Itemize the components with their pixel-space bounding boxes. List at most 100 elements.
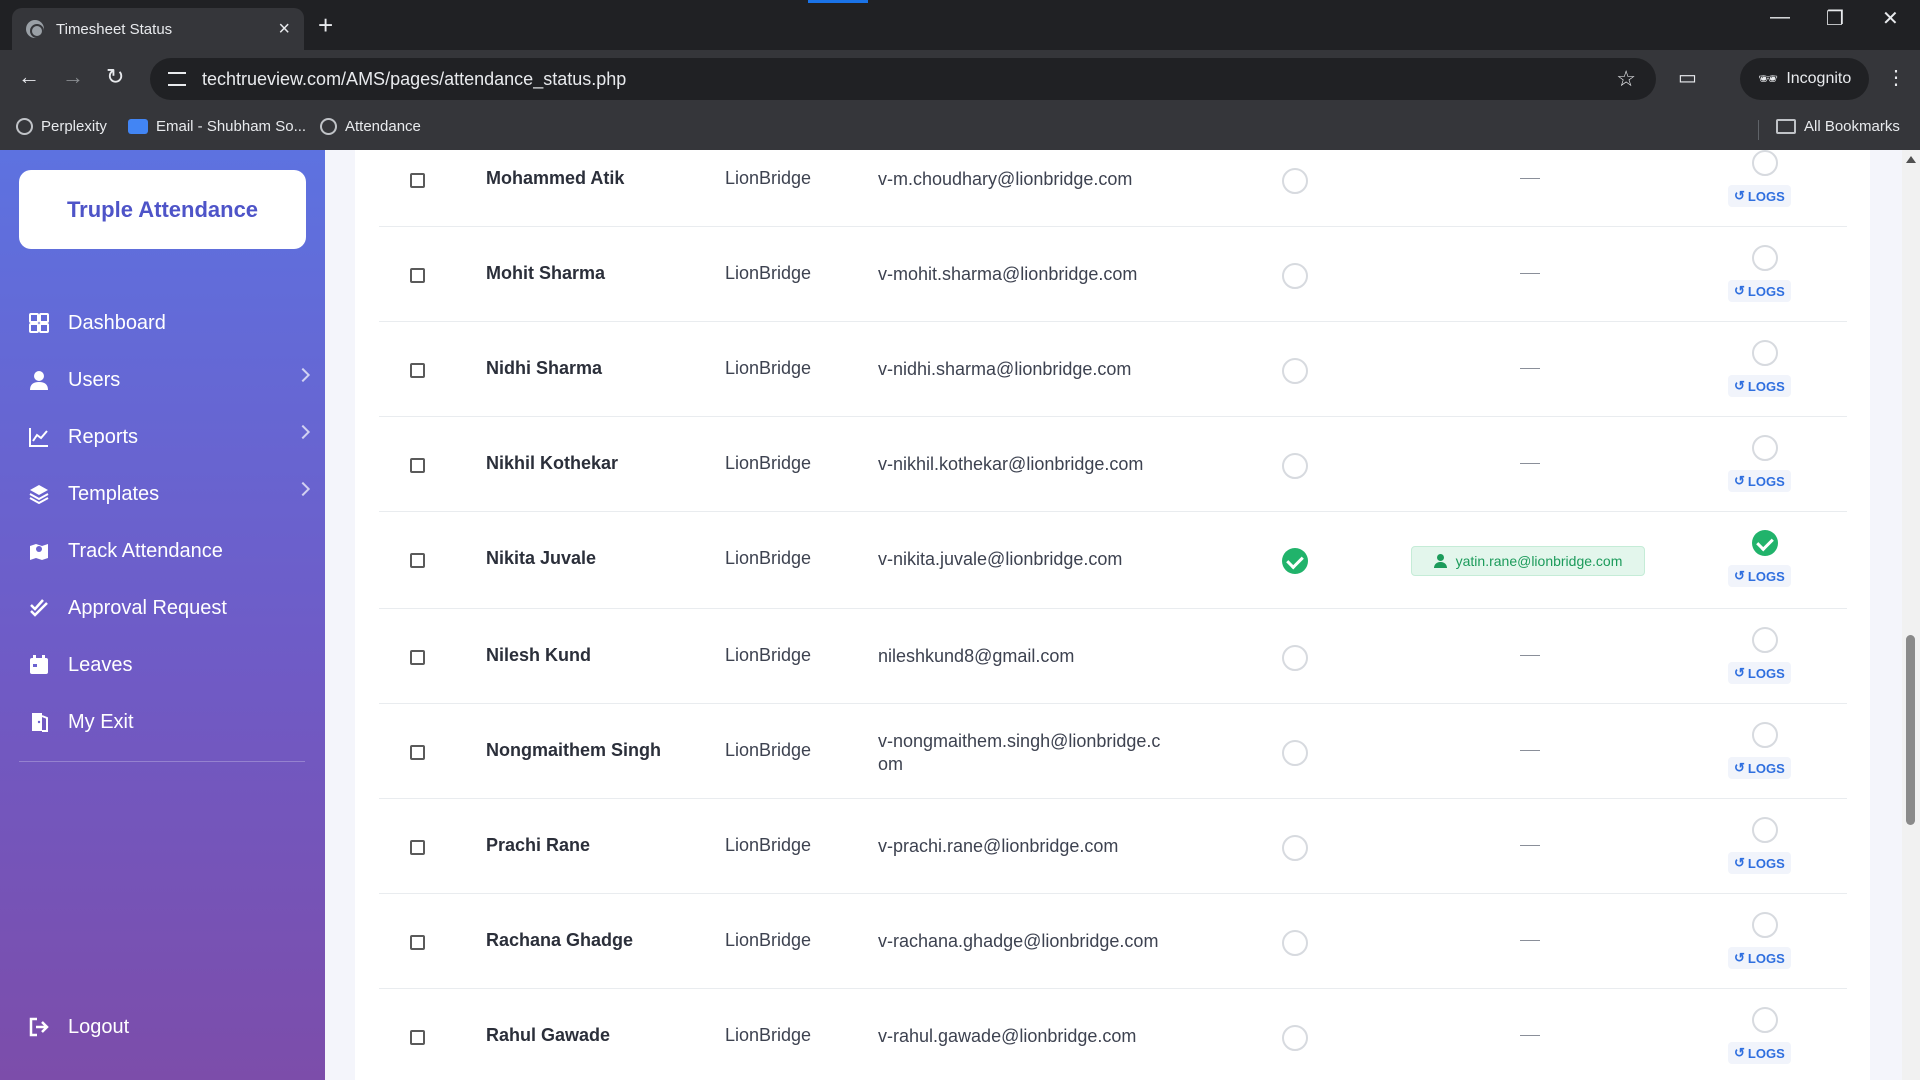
- door-icon: [28, 711, 50, 733]
- reload-icon[interactable]: ↻: [106, 64, 124, 90]
- timesheet-table: Mohammed Atik LionBridge v-m.choudhary@lio…: [355, 150, 1870, 1080]
- history-icon: ↺: [1734, 188, 1745, 203]
- forward-icon[interactable]: →: [62, 64, 84, 90]
- final-circle-icon: [1752, 245, 1778, 271]
- bookmark-attendance[interactable]: Attendance: [320, 118, 421, 135]
- chevron-right-icon: [295, 424, 311, 440]
- user-check-icon: [1433, 554, 1448, 568]
- sidebar-item-users[interactable]: Users: [28, 360, 311, 400]
- star-icon[interactable]: ☆: [1616, 66, 1636, 92]
- company-name: LionBridge: [725, 263, 812, 283]
- calendar-icon: [28, 654, 50, 676]
- pending-circle-icon: [1282, 263, 1308, 289]
- globe-icon: [16, 118, 33, 135]
- sidebar-item-my-exit[interactable]: My Exit: [28, 702, 308, 742]
- row-checkbox[interactable]: [410, 173, 425, 188]
- logs-label: LOGS: [1747, 760, 1785, 776]
- incognito-badge[interactable]: 🕶 Incognito: [1740, 58, 1870, 100]
- sidebar-item-approval-request[interactable]: Approval Request: [28, 588, 308, 628]
- close-tab-icon[interactable]: ×: [278, 18, 290, 41]
- bookmarks-bar: Perplexity Email - Shubham So... Attenda…: [0, 108, 1920, 150]
- tab-indicator: [808, 0, 868, 3]
- site-info-icon[interactable]: [168, 72, 186, 86]
- scroll-up-arrow[interactable]: [1906, 156, 1916, 163]
- logs-label: LOGS: [1747, 855, 1785, 871]
- logs-label: LOGS: [1747, 188, 1785, 204]
- row-checkbox[interactable]: [410, 553, 425, 568]
- company-name: LionBridge: [725, 548, 812, 568]
- company-name: LionBridge: [725, 740, 812, 760]
- menu-icon[interactable]: ⋮: [1886, 65, 1906, 90]
- close-window-icon[interactable]: ✕: [1882, 6, 1899, 31]
- sidebar-item-logout[interactable]: Logout: [28, 1007, 308, 1047]
- logs-button[interactable]: ↺ LOGS: [1728, 470, 1791, 492]
- bookmarks-separator: [1758, 120, 1759, 140]
- logs-button[interactable]: ↺ LOGS: [1728, 662, 1791, 684]
- sidebar-item-label: Reports: [68, 425, 139, 448]
- sidebar-item-track-attendance[interactable]: Track Attendance: [28, 531, 308, 571]
- empty-approver-dash: [1520, 463, 1540, 464]
- bookmark-email[interactable]: Email - Shubham So...: [128, 118, 306, 135]
- final-circle-icon: [1752, 435, 1778, 461]
- scroll-thumb[interactable]: [1906, 635, 1915, 825]
- employee-email: v-mohit.sharma@lionbridge.com: [878, 264, 1138, 284]
- sidebar-divider: [19, 761, 305, 762]
- sidebar-item-leaves[interactable]: Leaves: [28, 645, 308, 685]
- logs-button[interactable]: ↺ LOGS: [1728, 185, 1791, 207]
- logs-label: LOGS: [1747, 283, 1785, 299]
- logs-button[interactable]: ↺ LOGS: [1728, 280, 1791, 302]
- company-name: LionBridge: [725, 358, 812, 378]
- employee-email: v-m.choudhary@lionbridge.com: [878, 169, 1133, 189]
- sidebar-item-label: Approval Request: [68, 596, 227, 619]
- browser-tab[interactable]: Timesheet Status ×: [12, 8, 304, 50]
- address-bar[interactable]: techtrueview.com/AMS/pages/attendance_st…: [150, 58, 1656, 100]
- sidebar-item-dashboard[interactable]: Dashboard: [28, 303, 308, 343]
- brand-logo[interactable]: Truple Attendance: [19, 170, 306, 249]
- cast-icon[interactable]: ▭: [1678, 65, 1697, 90]
- row-checkbox[interactable]: [410, 458, 425, 473]
- minimize-icon[interactable]: —: [1770, 6, 1790, 29]
- bookmark-perplexity[interactable]: Perplexity: [16, 118, 107, 135]
- logs-label: LOGS: [1747, 378, 1785, 394]
- row-checkbox[interactable]: [410, 363, 425, 378]
- company-name: LionBridge: [725, 645, 812, 665]
- row-checkbox[interactable]: [410, 745, 425, 760]
- table-row: Nilesh Kund LionBridge nileshkund8@gmail.c…: [379, 609, 1847, 704]
- history-icon: ↺: [1734, 378, 1745, 393]
- page-scrollbar[interactable]: [1902, 150, 1920, 1080]
- employee-email: v-nongmaithem.singh@lionbridge.com: [878, 731, 1161, 774]
- company-name: LionBridge: [725, 930, 812, 950]
- final-circle-icon: [1752, 340, 1778, 366]
- restore-icon[interactable]: ❐: [1826, 6, 1844, 31]
- logs-button[interactable]: ↺ LOGS: [1728, 375, 1791, 397]
- pending-circle-icon: [1282, 740, 1308, 766]
- incognito-icon: 🕶: [1758, 71, 1779, 88]
- logs-button[interactable]: ↺ LOGS: [1728, 1042, 1791, 1064]
- history-icon: ↺: [1734, 568, 1745, 583]
- sidebar-item-templates[interactable]: Templates: [28, 474, 311, 514]
- new-tab-icon[interactable]: +: [318, 10, 333, 41]
- company-name: LionBridge: [725, 453, 812, 473]
- globe-icon: [320, 118, 337, 135]
- map-icon: [28, 540, 50, 562]
- row-checkbox[interactable]: [410, 840, 425, 855]
- back-icon[interactable]: ←: [18, 64, 40, 90]
- mail-icon: [128, 119, 148, 134]
- row-checkbox[interactable]: [410, 935, 425, 950]
- employee-name: Nilesh Kund: [486, 645, 592, 665]
- row-checkbox[interactable]: [410, 1030, 425, 1045]
- tab-title: Timesheet Status: [56, 20, 173, 38]
- employee-email: v-prachi.rane@lionbridge.com: [878, 836, 1119, 856]
- sidebar-item-reports[interactable]: Reports: [28, 417, 311, 457]
- logs-button[interactable]: ↺ LOGS: [1728, 947, 1791, 969]
- logs-label: LOGS: [1747, 568, 1785, 584]
- approved-check-icon: [1282, 548, 1308, 574]
- all-bookmarks[interactable]: All Bookmarks: [1776, 118, 1900, 135]
- row-checkbox[interactable]: [410, 650, 425, 665]
- logs-button[interactable]: ↺ LOGS: [1728, 757, 1791, 779]
- logs-button[interactable]: ↺ LOGS: [1728, 565, 1791, 587]
- row-checkbox[interactable]: [410, 268, 425, 283]
- logs-button[interactable]: ↺ LOGS: [1728, 852, 1791, 874]
- pending-circle-icon: [1282, 835, 1308, 861]
- pending-circle-icon: [1282, 645, 1308, 671]
